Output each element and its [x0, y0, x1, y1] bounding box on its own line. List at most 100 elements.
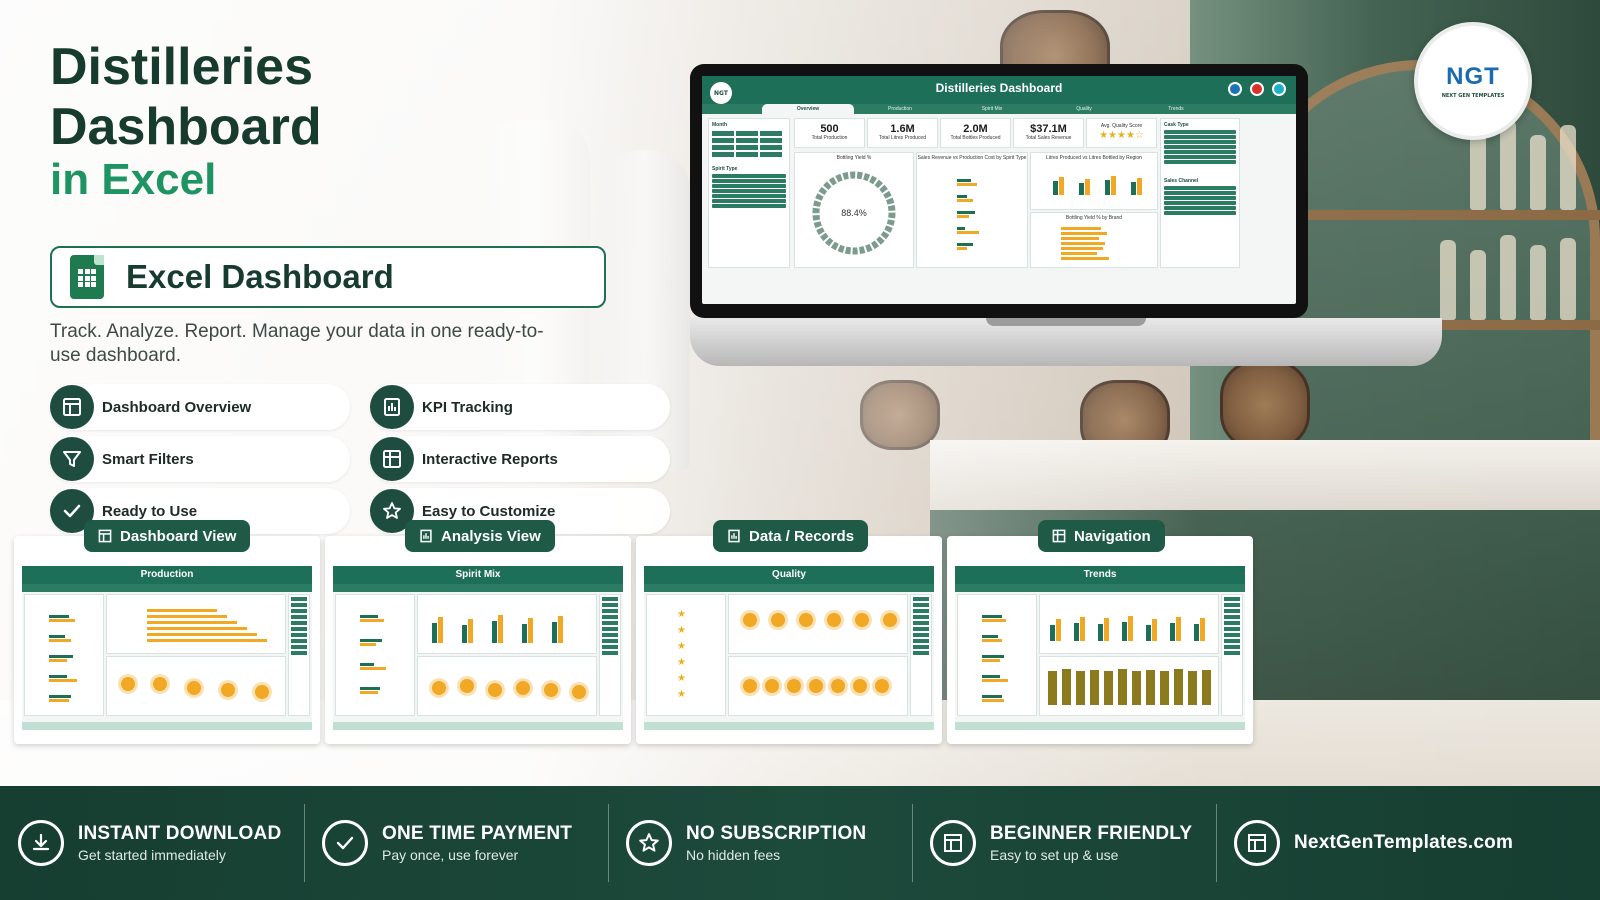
footer-divider [608, 804, 609, 882]
preview-card-spirit-mix[interactable]: Spirit Mix [325, 536, 631, 744]
laptop-dashboard: NGT Distilleries Dashboard Overview Prod… [702, 76, 1296, 304]
preview-title: Quality [644, 566, 934, 584]
bottling-yield-gauge: 88.4% [812, 171, 896, 255]
footer-heading: ONE TIME PAYMENT [382, 823, 573, 844]
kpi-total-production: 500 Total Production [794, 118, 865, 148]
kpi-icon [370, 385, 414, 429]
badge-label: Dashboard View [120, 527, 237, 545]
footer-subtext: Easy to set up & use [990, 847, 1119, 863]
rating-stars: ★★★★☆ [1099, 130, 1144, 141]
footer-divider [304, 804, 305, 882]
layout-icon [98, 529, 112, 543]
footer-website-link[interactable]: NextGenTemplates.com [1294, 832, 1513, 854]
hero-title-line2: Dashboard [50, 98, 322, 156]
kpi-label: Total Production [811, 135, 848, 141]
footer-website[interactable]: NextGenTemplates.com [1234, 786, 1513, 900]
month-slicer[interactable]: Month Spirit Type [708, 118, 790, 268]
ngt-logo-subtitle: NEXT GEN TEMPLATES [1441, 93, 1505, 99]
dashboard-title: Distilleries Dashboard [935, 81, 1063, 95]
feature-label: Ready to Use [102, 502, 198, 520]
gauge-value: 88.4% [841, 208, 867, 218]
feature-label: Dashboard Overview [102, 398, 252, 416]
bottling-yield-panel: Bottling Yield % 88.4% [794, 152, 914, 268]
preview-card-quality[interactable]: Quality ★ ★ ★ ★ ★ ★ [636, 536, 942, 744]
feature-label: KPI Tracking [422, 398, 513, 416]
kpi-value: 1.6M [890, 123, 915, 135]
footer-divider [1216, 804, 1217, 882]
dashboard-header: NGT Distilleries Dashboard [702, 76, 1296, 106]
download-icon [18, 820, 64, 866]
footer-instant-download: INSTANT DOWNLOAD Get started immediately [18, 786, 281, 900]
kpi-value: 500 [820, 123, 839, 135]
feature-label: Smart Filters [102, 450, 194, 468]
tab-spirit-mix[interactable]: Spirit Mix [946, 104, 1038, 114]
excel-dashboard-label: Excel Dashboard [126, 258, 394, 295]
tab-quality[interactable]: Quality [1038, 104, 1130, 114]
hero-title-line3: in Excel [50, 155, 217, 204]
feature-smart-filters: Smart Filters [50, 436, 350, 482]
feature-dashboard-overview: Dashboard Overview [50, 384, 350, 430]
slicer-title: Cask Type [1164, 122, 1189, 128]
hero-tagline: Track. Analyze. Report. Manage your data… [50, 321, 544, 366]
footer-heading: INSTANT DOWNLOAD [78, 823, 282, 844]
excel-sheet-icon [70, 255, 104, 299]
panel-title: Bottling Yield % by Brand [1065, 215, 1123, 221]
panel-title: Sales Revenue vs Production Cost by Spir… [917, 155, 1027, 161]
badge-label: Analysis View [441, 527, 541, 545]
feature-kpi-tracking: KPI Tracking [370, 384, 670, 430]
badge-data-records: Data / Records [713, 520, 869, 552]
kpi-label: Total Litres Produced [879, 135, 926, 141]
slicer-title: Sales Channel [1164, 178, 1199, 184]
ngt-logo: NGT NEXT GEN TEMPLATES [1414, 22, 1532, 140]
layout-icon [50, 385, 94, 429]
feature-label: Interactive Reports [422, 450, 558, 468]
feature-interactive-reports: Interactive Reports [370, 436, 670, 482]
badge-dashboard-view: Dashboard View [84, 520, 251, 552]
kpi-label: Total Bottles Produced [950, 135, 1001, 141]
kpi-value: $37.1M [1030, 123, 1067, 135]
tab-trends[interactable]: Trends [1130, 104, 1222, 114]
preview-card-production[interactable]: Production [14, 536, 320, 744]
preview-title: Trends [955, 566, 1245, 584]
tab-production[interactable]: Production [854, 104, 946, 114]
cask-type-slicer[interactable]: Cask Type Sales Channel [1160, 118, 1240, 268]
report-icon [420, 529, 432, 543]
footer-beginner-friendly: BEGINNER FRIENDLY Easy to set up & use [930, 786, 1192, 900]
star-icon [626, 820, 672, 866]
preview-title: Production [22, 566, 312, 584]
kpi-total-litres: 1.6M Total Litres Produced [867, 118, 938, 148]
footer-bar: INSTANT DOWNLOAD Get started immediately… [0, 786, 1600, 900]
laptop-screen: NGT Distilleries Dashboard Overview Prod… [690, 64, 1308, 318]
footer-subtext: Get started immediately [78, 847, 226, 863]
website-icon[interactable] [1272, 82, 1286, 96]
kpi-total-revenue: $37.1M Total Sales Revenue [1013, 118, 1084, 148]
footer-no-subscription: NO SUBSCRIPTION No hidden fees [626, 786, 866, 900]
feature-label: Easy to Customize [422, 502, 556, 520]
laptop-base [690, 318, 1442, 366]
footer-divider [912, 804, 913, 882]
youtube-icon[interactable] [1250, 82, 1264, 96]
tab-overview[interactable]: Overview [762, 104, 854, 114]
badge-analysis-view: Analysis View [405, 520, 555, 552]
layout-icon [930, 820, 976, 866]
check-icon [322, 820, 368, 866]
report-icon [370, 437, 414, 481]
footer-heading: NO SUBSCRIPTION [686, 823, 867, 844]
footer-subtext: No hidden fees [686, 847, 781, 863]
kpi-quality-score: Avg. Quality Score ★★★★☆ [1086, 118, 1157, 148]
layout-icon [1052, 529, 1066, 543]
badge-label: Navigation [1074, 527, 1151, 545]
preview-title: Spirit Mix [333, 566, 623, 584]
preview-card-trends[interactable]: Trends [947, 536, 1253, 744]
footer-one-time-payment: ONE TIME PAYMENT Pay once, use forever [322, 786, 572, 900]
slicer-title: Spirit Type [712, 166, 738, 172]
litres-vs-bottled-panel: Litres Produced vs Litres Bottled by Reg… [1030, 152, 1158, 210]
excel-dashboard-pill: Excel Dashboard [50, 246, 606, 308]
footer-subtext: Pay once, use forever [382, 847, 519, 863]
linkedin-icon[interactable] [1228, 82, 1242, 96]
kpi-value: 2.0M [963, 123, 988, 135]
badge-navigation: Navigation [1038, 520, 1165, 552]
panel-title: Litres Produced vs Litres Bottled by Reg… [1046, 155, 1142, 161]
kpi-label: Avg. Quality Score [1100, 123, 1143, 129]
ngt-logo-mark: NGT [1446, 63, 1500, 90]
